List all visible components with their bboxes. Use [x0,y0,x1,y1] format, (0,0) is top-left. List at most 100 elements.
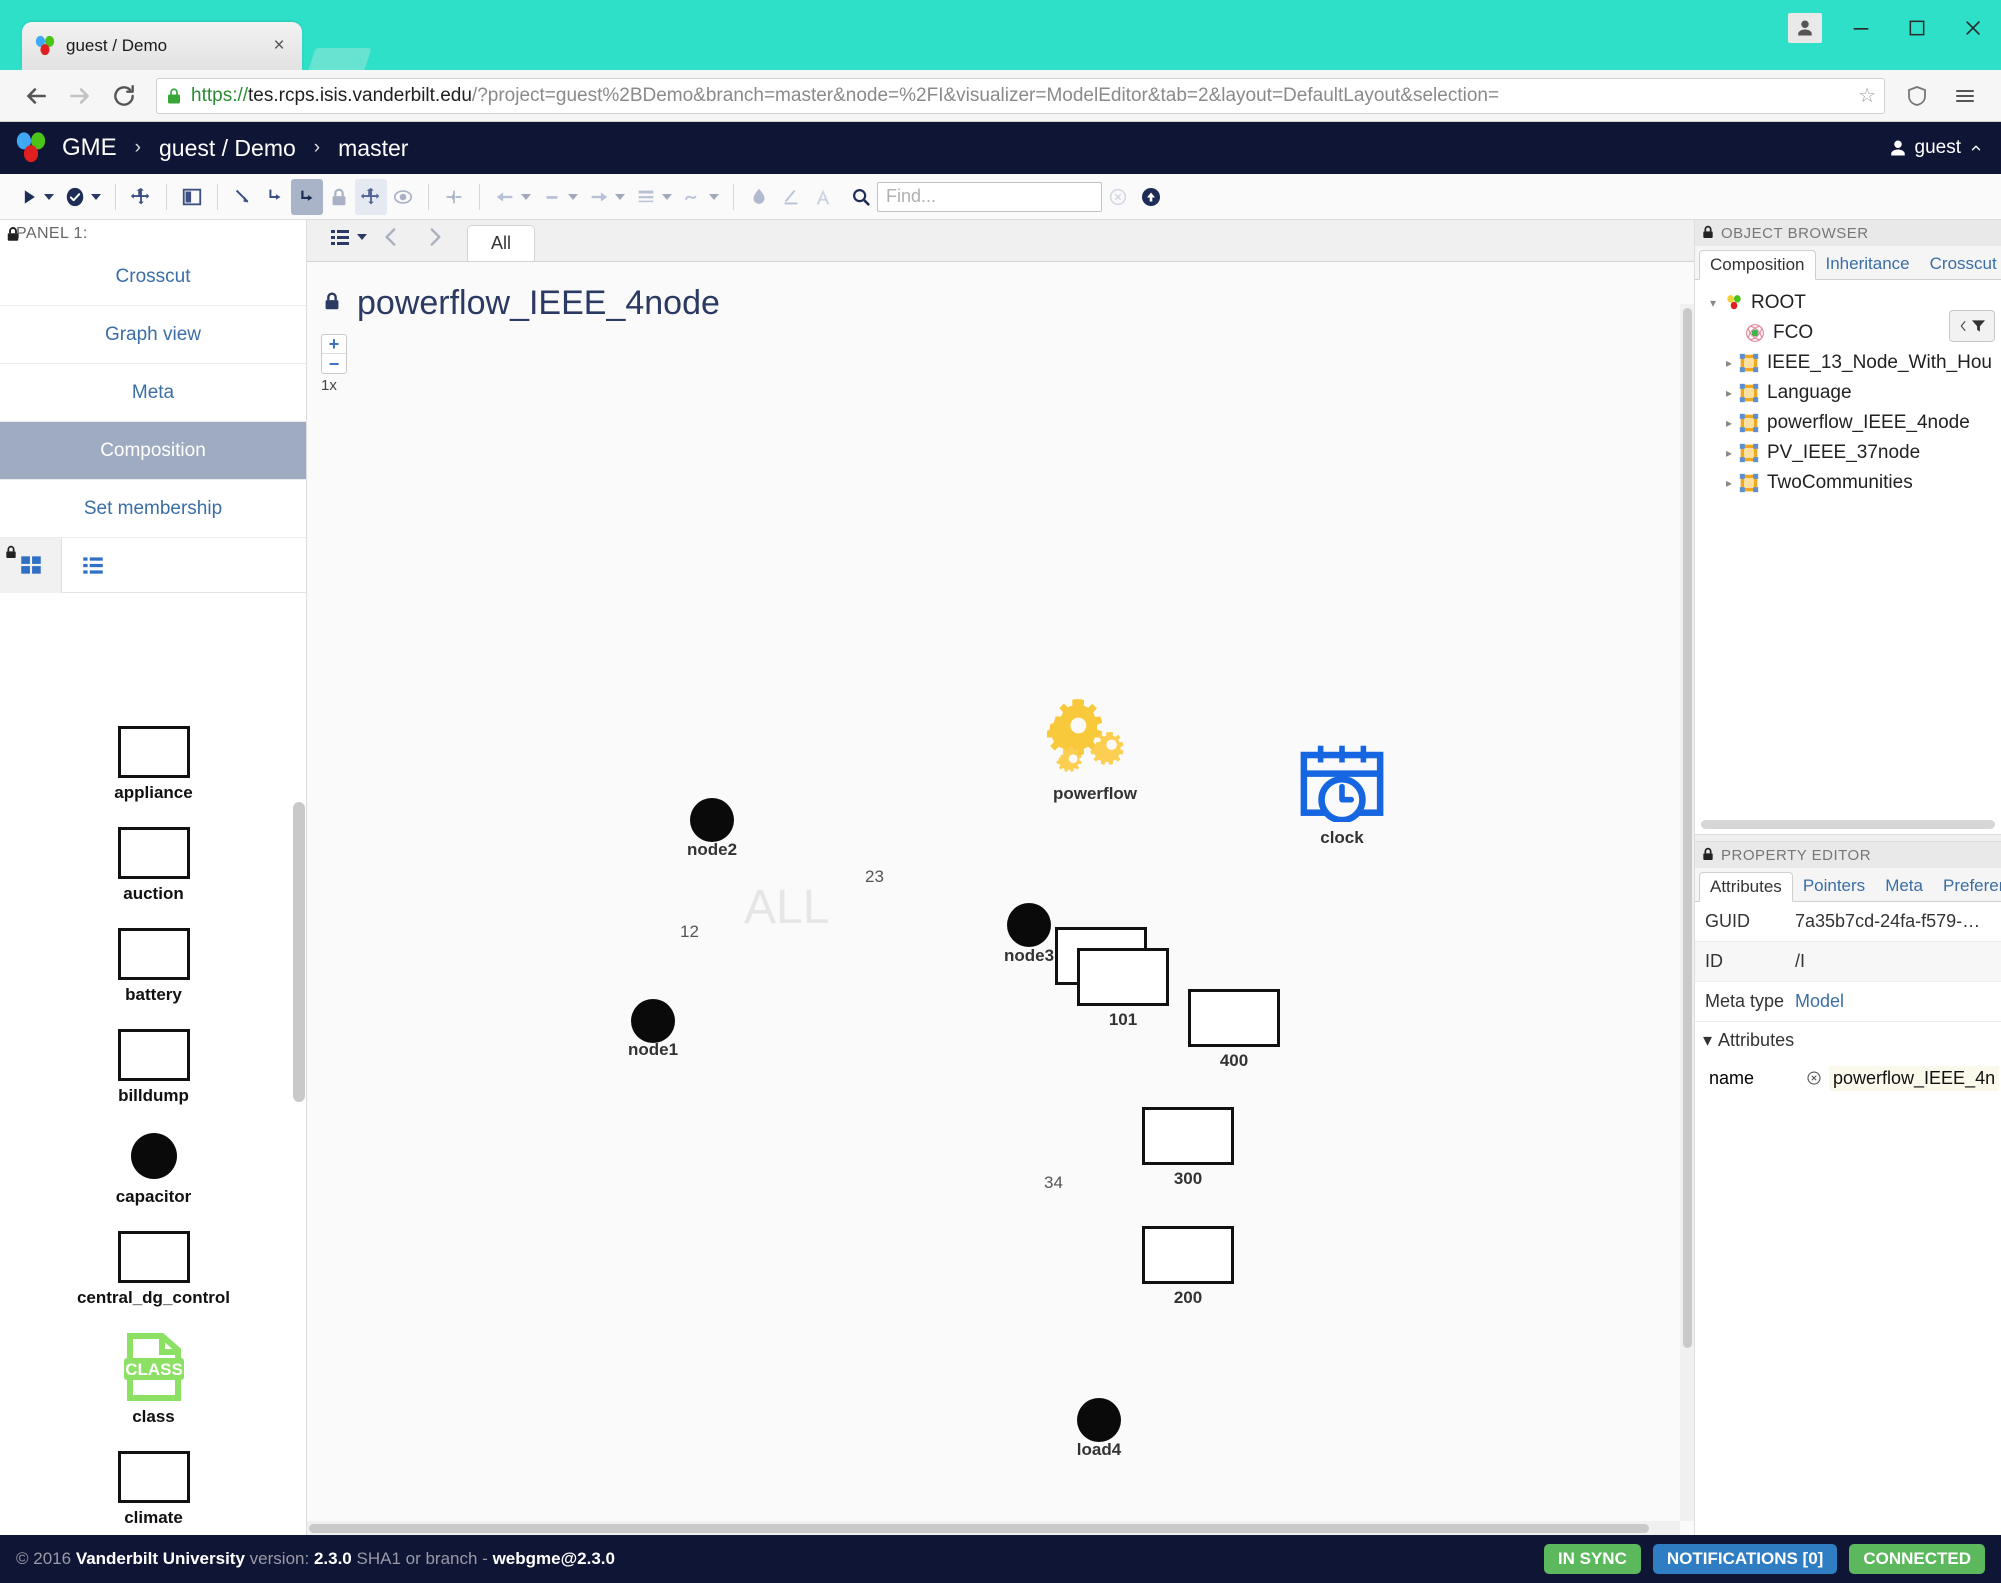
drag-mode-button[interactable] [355,179,387,215]
part-item[interactable]: billdump [0,1029,306,1106]
sidebar-item-crosscut[interactable]: Crosscut [0,248,306,306]
tree-node-pv-ieee-37[interactable]: ▸ PV_IEEE_37node [1699,438,1997,468]
right-panel-splitter[interactable] [1695,834,2001,842]
part-item[interactable]: climate [0,1451,306,1528]
part-item[interactable]: central_dg_control [0,1231,306,1308]
tab-all[interactable]: All [467,225,535,261]
part-item[interactable]: capacitor [0,1130,306,1207]
diagram-box-300[interactable] [1142,1107,1234,1165]
straight-line-button[interactable] [227,179,259,215]
diagram-box-101[interactable] [1077,948,1169,1006]
search-icon[interactable] [845,179,877,215]
minimize-button[interactable] [1833,0,1889,56]
diagram-node-load4[interactable] [1077,1398,1121,1442]
tree-filter-button[interactable] [1949,310,1995,342]
text-color-button[interactable] [807,179,839,215]
go-up-icon[interactable] [1134,179,1168,215]
browser-tab[interactable]: guest / Demo × [22,22,302,70]
tab-preferences[interactable]: Preferences [1933,871,2001,901]
sidebar-item-composition[interactable]: Composition [0,422,306,480]
property-row-id[interactable]: ID /I [1695,942,2001,982]
sidebar-item-graph-view[interactable]: Graph view [0,306,306,364]
tree-node-two-communities[interactable]: ▸ TwoCommunities [1699,468,1997,498]
list-menu-icon[interactable] [325,219,369,261]
custom-route-button[interactable] [291,179,323,215]
chevron-down-icon-6[interactable] [662,194,672,200]
status-badge-notifications[interactable]: NOTIFICATIONS [0] [1653,1544,1837,1574]
autolayout-button[interactable] [125,179,157,215]
canvas-horizontal-scrollbar[interactable] [307,1521,1680,1535]
diagram-node-node1[interactable] [631,999,675,1043]
search-input[interactable] [877,182,1102,212]
chevron-down-icon-3[interactable] [521,194,531,200]
diagram-canvas[interactable]: powerflow_IEEE_4node + − 1x ALL [307,262,1694,1535]
reload-icon[interactable] [102,74,146,118]
split-panel-button[interactable] [176,179,208,215]
diagram-box-400[interactable] [1188,989,1280,1047]
clear-circle-icon-2[interactable] [1805,1069,1823,1087]
diagram-box-200[interactable] [1142,1226,1234,1284]
back-icon[interactable] [14,74,58,118]
canvas-vertical-scrollbar[interactable] [1680,304,1694,1521]
attribute-value[interactable]: powerflow_IEEE_4n [1829,1066,1999,1091]
part-item[interactable]: appliance [0,726,306,803]
tree-node-language[interactable]: ▸ Language [1699,378,1997,408]
tab-meta[interactable]: Meta [1875,871,1933,901]
chevron-down-icon-8[interactable] [357,234,367,240]
profile-button[interactable] [1777,0,1833,56]
end-arrow-button[interactable] [583,179,630,215]
start-arrow-button[interactable] [489,179,536,215]
tab-crosscut[interactable]: Crosscut [1920,249,2001,279]
tree-node-ieee-13[interactable]: ▸ IEEE_13_Node_With_Hou [1699,348,1997,378]
connection-point-button[interactable] [438,179,470,215]
chevron-right-icon-5[interactable]: ▸ [1721,446,1737,460]
sidebar-item-set-membership[interactable]: Set membership [0,480,306,538]
diagram-item-clock[interactable]: clock [1295,742,1389,848]
tab-attributes[interactable]: Attributes [1699,872,1793,902]
chevron-down-icon-2[interactable] [91,194,101,200]
border-color-button[interactable] [775,179,807,215]
chevron-down-icon-9[interactable]: ▾ [1705,296,1721,310]
fill-color-button[interactable] [743,179,775,215]
chevron-down-icon-10[interactable]: ▾ [1703,1030,1712,1051]
diagram-item-powerflow[interactable]: powerflow [1047,694,1143,804]
new-tab-button[interactable] [308,48,371,70]
chevron-right-icon-3[interactable]: ▸ [1721,386,1737,400]
bezier-line-button[interactable] [259,179,291,215]
close-window-button[interactable] [1945,0,2001,56]
lock-button[interactable] [323,179,355,215]
status-badge-connected[interactable]: CONNECTED [1849,1544,1985,1574]
brand-label[interactable]: GME [62,134,117,162]
property-row-guid[interactable]: GUID 7a35b7cd-24fa-f579-… [1695,902,2001,942]
chevron-down-icon-5[interactable] [615,194,625,200]
left-panel-scrollbar[interactable] [293,802,305,1102]
address-bar[interactable]: https://tes.rcps.isis.vanderbilt.edu/?pr… [156,78,1885,114]
part-item[interactable]: auction [0,827,306,904]
tab-pointers[interactable]: Pointers [1793,871,1875,901]
tab-composition[interactable]: Composition [1699,250,1816,280]
run-button[interactable] [14,179,59,215]
part-item[interactable]: CLASS class [0,1332,306,1427]
extension-icon[interactable] [1895,74,1939,118]
attribute-row-name[interactable]: name powerflow_IEEE_4n [1695,1058,2001,1098]
line-width-button[interactable] [630,179,677,215]
visibility-button[interactable] [387,179,419,215]
check-button[interactable] [59,179,106,215]
chevron-right-icon-4[interactable]: ▸ [1721,416,1737,430]
forward-icon[interactable] [58,74,102,118]
bookmark-star-icon[interactable]: ☆ [1850,83,1876,108]
property-value-link[interactable]: Model [1795,991,1844,1012]
tab-inheritance[interactable]: Inheritance [1816,249,1920,279]
chevron-right-icon-6[interactable]: ▸ [1721,476,1737,490]
status-badge-in-sync[interactable]: IN SYNC [1544,1544,1641,1574]
list-view-icon[interactable] [62,538,124,593]
clear-circle-icon[interactable] [1102,179,1134,215]
breadcrumb-branch[interactable]: master [338,135,408,162]
tree-node-powerflow[interactable]: ▸ powerflow_IEEE_4node [1699,408,1997,438]
maximize-button[interactable] [1889,0,1945,56]
breadcrumb-project[interactable]: guest / Demo [159,135,296,162]
property-row-meta-type[interactable]: Meta type Model [1695,982,2001,1022]
diagram-node-node2[interactable] [690,798,734,842]
attributes-section-header[interactable]: ▾ Attributes [1695,1022,2001,1058]
diagram-node-node3[interactable] [1007,903,1051,947]
